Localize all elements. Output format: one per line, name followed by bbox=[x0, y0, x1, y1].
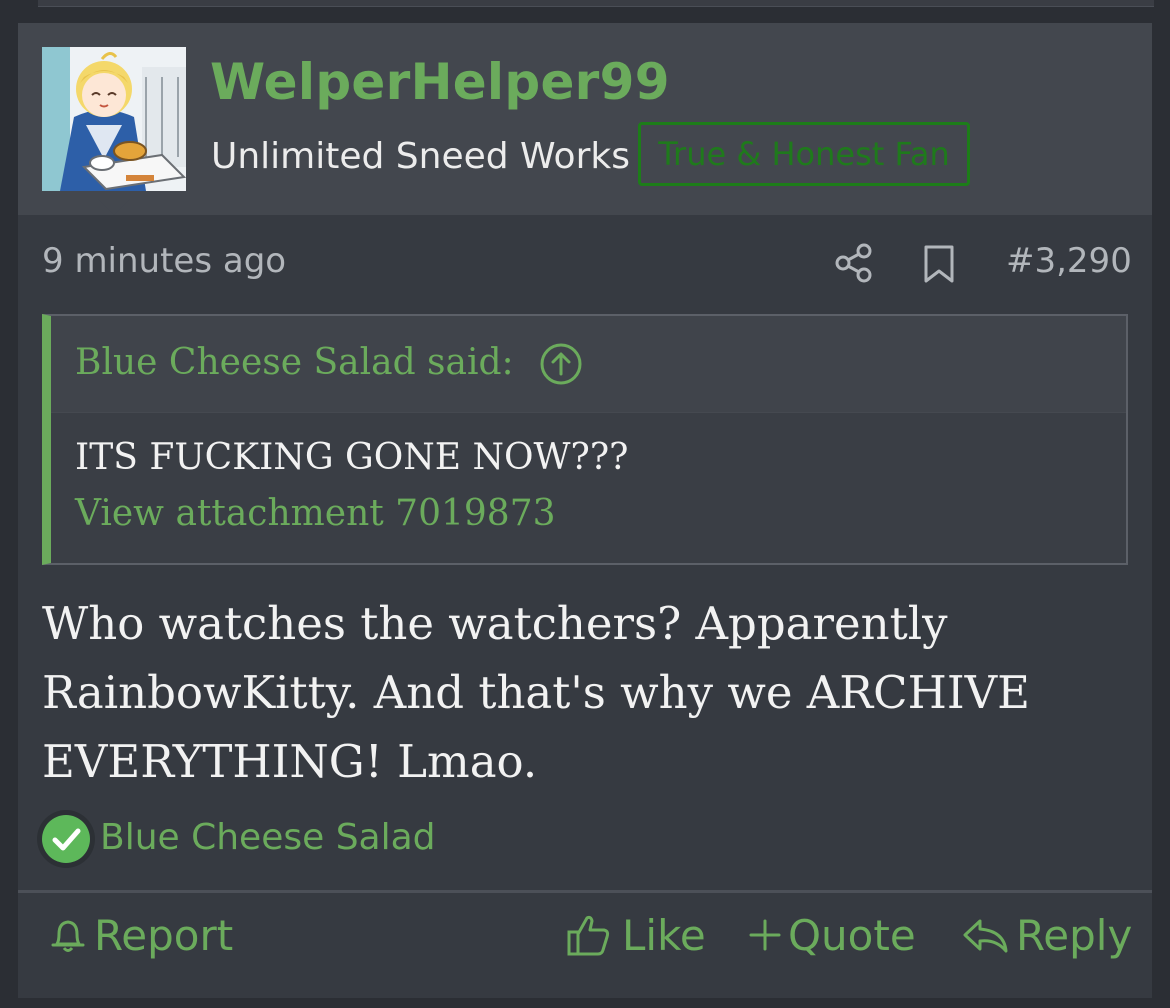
thumbs-up-icon bbox=[567, 915, 610, 956]
quote-button[interactable]: Quote bbox=[748, 911, 918, 961]
post-timestamp[interactable]: 9 minutes ago bbox=[42, 241, 286, 281]
check-circle-icon bbox=[37, 810, 95, 868]
post-body-line: EVERYTHING! Lmao. bbox=[42, 735, 538, 788]
quote-label: Quote bbox=[788, 911, 916, 960]
post-actions: Report Like Quote Reply bbox=[18, 893, 1152, 998]
forum-post: WelperHelper99 Unlimited Sneed Works Tru… bbox=[18, 23, 1152, 998]
quote-text: ITS FUCKING GONE NOW??? bbox=[75, 437, 629, 478]
reply-button[interactable]: Reply bbox=[962, 911, 1132, 961]
post-body-line: RainbowKitty. And that's why we ARCHIVE bbox=[42, 666, 1030, 719]
username[interactable]: WelperHelper99 bbox=[210, 53, 670, 111]
post-user-header: WelperHelper99 Unlimited Sneed Works Tru… bbox=[18, 23, 1152, 215]
bookmark-icon[interactable] bbox=[922, 244, 956, 284]
bell-icon bbox=[51, 920, 85, 952]
post-body: Who watches the watchers? Apparently Rai… bbox=[42, 589, 1132, 796]
quote-header: Blue Cheese Salad said: bbox=[51, 316, 1126, 413]
reaction-users-link[interactable]: Blue Cheese Salad bbox=[100, 817, 436, 858]
like-button[interactable]: Like bbox=[566, 911, 706, 961]
reply-icon bbox=[963, 919, 1008, 953]
quote-body: ITS FUCKING GONE NOW??? View attachment … bbox=[51, 413, 1126, 563]
post-number-link[interactable]: #3,290 bbox=[1006, 241, 1132, 281]
previous-post-edge bbox=[38, 0, 1154, 7]
report-label: Report bbox=[94, 911, 234, 960]
plus-icon bbox=[749, 919, 781, 951]
reply-label: Reply bbox=[1016, 911, 1133, 960]
report-button[interactable]: Report bbox=[50, 911, 240, 961]
post-body-line: Who watches the watchers? Apparently bbox=[42, 597, 948, 650]
share-icon[interactable] bbox=[834, 243, 874, 283]
avatar[interactable] bbox=[42, 47, 186, 191]
like-label: Like bbox=[622, 911, 706, 960]
user-title: Unlimited Sneed Works bbox=[211, 136, 630, 177]
arrow-up-circle-icon[interactable] bbox=[539, 342, 583, 386]
attachment-link[interactable]: View attachment 7019873 bbox=[75, 493, 556, 534]
quote-block: Blue Cheese Salad said: ITS FUCKING GONE… bbox=[42, 314, 1128, 565]
header-notch bbox=[98, 199, 130, 215]
quote-author-link[interactable]: Blue Cheese Salad said: bbox=[75, 342, 514, 383]
user-badge: True & Honest Fan bbox=[638, 122, 970, 186]
